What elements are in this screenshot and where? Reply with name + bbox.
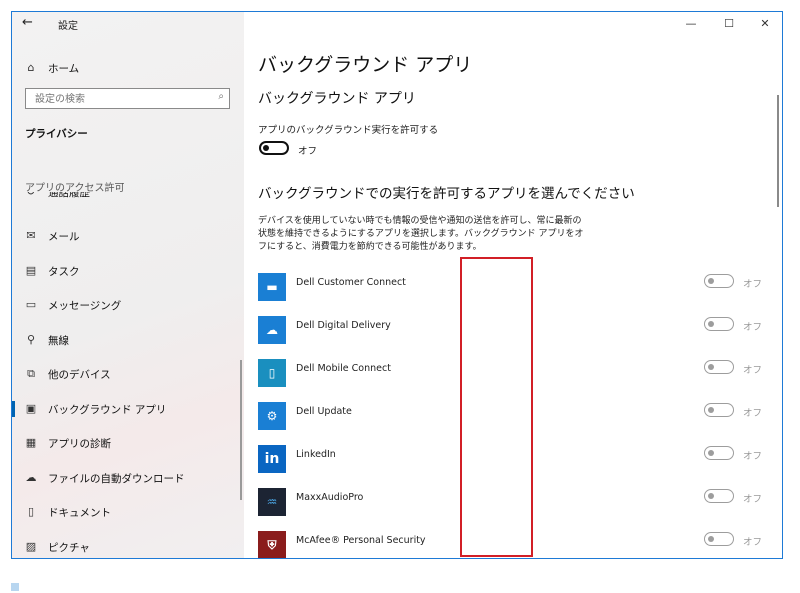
toggle-knob — [708, 364, 714, 370]
toggle-knob — [708, 321, 714, 327]
dell-digital-delivery-icon: ☁ — [258, 316, 286, 344]
toggle-knob — [708, 493, 714, 499]
search-icon[interactable]: ⌕ — [218, 91, 224, 102]
sidebar-item-label: メール — [48, 231, 80, 243]
home-icon: ⌂ — [27, 61, 35, 74]
sidebar-item-label: アプリの診断 — [48, 438, 111, 450]
toggle-knob — [263, 145, 269, 151]
documents-icon: ▯ — [27, 505, 35, 518]
title-bar: ← 設定 — [12, 12, 244, 36]
sidebar-scrollbar[interactable] — [240, 360, 242, 500]
sidebar-item-tasks[interactable]: ▤ タスク — [12, 257, 244, 285]
section-title: プライバシー — [25, 128, 88, 140]
settings-window: ← 設定 ⌂ ホーム ⌕ プライバシー アプリのアクセス許可 ↺ 通話履歴 ✉ … — [11, 11, 783, 559]
app-name: McAfee® Personal Security — [296, 535, 426, 546]
sidebar-item-mail[interactable]: ✉ メール — [12, 222, 244, 250]
sidebar-item-messaging[interactable]: ▭ メッセージング — [12, 291, 244, 319]
maxxaudiopro-icon: ♒ — [258, 488, 286, 516]
toggle-dell-mobile-connect[interactable] — [704, 360, 734, 374]
toggle-knob — [708, 450, 714, 456]
app-name: Dell Digital Delivery — [296, 320, 391, 331]
sidebar-item-label: ファイルの自動ダウンロード — [48, 473, 185, 485]
back-button[interactable]: ← — [22, 14, 40, 32]
tasks-icon: ▤ — [25, 264, 37, 277]
sidebar-item-label: ホーム — [48, 63, 80, 75]
page-title: バックグラウンド アプリ — [258, 54, 473, 76]
toggle-state-label: オフ — [743, 537, 763, 548]
search-box[interactable]: ⌕ — [25, 88, 230, 109]
sidebar-item-label: ピクチャ — [48, 542, 90, 554]
other-devices-icon: ⧉ — [27, 367, 35, 380]
toggle-knob — [708, 536, 714, 542]
allow-background-toggle[interactable] — [259, 141, 289, 155]
linkedin-icon: in — [258, 445, 286, 473]
search-input[interactable] — [33, 91, 207, 108]
background-apps-icon: ▣ — [25, 402, 37, 415]
pictures-icon: ▨ — [25, 540, 37, 553]
window-title: 設定 — [58, 21, 78, 32]
allow-background-label: アプリのバックグラウンド実行を許可する — [258, 125, 439, 136]
app-name: Dell Mobile Connect — [296, 363, 391, 374]
sidebar-item-home[interactable]: ⌂ ホーム — [12, 54, 244, 82]
toggle-linkedin[interactable] — [704, 446, 734, 460]
mail-icon: ✉ — [26, 229, 36, 242]
sidebar-item-auto-download[interactable]: ☁ ファイルの自動ダウンロード — [12, 464, 244, 492]
toggle-state-label: オフ — [743, 494, 763, 505]
radios-icon: ⚲ — [26, 333, 36, 346]
highlight-box — [460, 257, 533, 557]
allow-background-state: オフ — [298, 146, 318, 157]
sidebar-item-radios[interactable]: ⚲ 無線 — [12, 326, 244, 354]
toggle-state-label: オフ — [743, 279, 763, 290]
dell-customer-connect-icon: ▬ — [258, 273, 286, 301]
toggle-maxxaudiopro[interactable] — [704, 489, 734, 503]
toggle-state-label: オフ — [743, 322, 763, 333]
toggle-dell-update[interactable] — [704, 403, 734, 417]
dell-update-icon: ⚙ — [258, 402, 286, 430]
messaging-icon: ▭ — [25, 298, 37, 311]
minimize-button[interactable]: — — [682, 16, 700, 32]
close-button[interactable]: ✕ — [756, 16, 774, 32]
sidebar: ← 設定 ⌂ ホーム ⌕ プライバシー アプリのアクセス許可 ↺ 通話履歴 ✉ … — [12, 12, 244, 558]
cloud-icon: ☁ — [25, 471, 37, 484]
window-controls: — ☐ ✕ — [672, 12, 782, 36]
toggle-knob — [708, 278, 714, 284]
choose-apps-heading: バックグラウンドでの実行を許可するアプリを選んでください — [258, 186, 635, 202]
toggle-state-label: オフ — [743, 451, 763, 462]
main-content: — ☐ ✕ バックグラウンド アプリ バックグラウンド アプリ アプリのバックグ… — [244, 12, 782, 558]
content-scrollbar[interactable] — [777, 95, 779, 207]
app-diagnostics-icon: ▦ — [25, 436, 37, 449]
sidebar-item-app-diagnostics[interactable]: ▦ アプリの診断 — [12, 429, 244, 457]
app-name: Dell Update — [296, 406, 352, 417]
section-heading: バックグラウンド アプリ — [258, 91, 416, 107]
call-history-icon: ↺ — [24, 192, 38, 199]
maximize-button[interactable]: ☐ — [720, 16, 738, 32]
toggle-knob — [708, 407, 714, 413]
app-name: Dell Customer Connect — [296, 277, 406, 288]
sidebar-item-label: メッセージング — [48, 300, 122, 312]
sidebar-item-label: バックグラウンド アプリ — [48, 404, 167, 416]
mcafee-icon: ⛨ — [258, 531, 286, 558]
sidebar-item-label: 通話履歴 — [48, 192, 90, 199]
sidebar-item-background-apps[interactable]: ▣ バックグラウンド アプリ — [12, 395, 244, 423]
description-text: デバイスを使用していない時でも情報の受信や通知の送信を許可し、常に最新の状態を維… — [258, 216, 584, 252]
sidebar-item-pictures[interactable]: ▨ ピクチャ — [12, 533, 244, 558]
sidebar-item-documents[interactable]: ▯ ドキュメント — [12, 498, 244, 526]
sidebar-item-label: タスク — [48, 266, 80, 278]
toggle-state-label: オフ — [743, 408, 763, 419]
dell-mobile-connect-icon: ▯ — [258, 359, 286, 387]
toggle-mcafee[interactable] — [704, 532, 734, 546]
sidebar-item-label: 無線 — [48, 335, 69, 347]
toggle-state-label: オフ — [743, 365, 763, 376]
sidebar-item-label: 他のデバイス — [48, 369, 111, 381]
app-name: MaxxAudioPro — [296, 492, 364, 503]
sidebar-item-call-history[interactable]: ↺ 通話履歴 — [12, 192, 244, 206]
toggle-dell-customer-connect[interactable] — [704, 274, 734, 288]
sidebar-item-label: ドキュメント — [48, 507, 111, 519]
sidebar-item-other-devices[interactable]: ⧉ 他のデバイス — [12, 360, 244, 388]
app-name: LinkedIn — [296, 449, 336, 460]
corner-marker — [11, 583, 19, 591]
toggle-dell-digital-delivery[interactable] — [704, 317, 734, 331]
